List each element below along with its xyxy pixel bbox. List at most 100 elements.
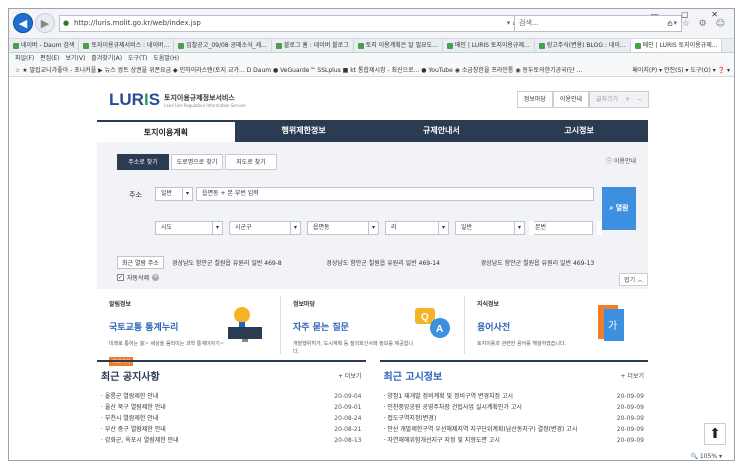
notice-item[interactable]: · 울산 북구 열람제한 안내 20-09-01: [97, 402, 366, 413]
notice-more-link[interactable]: + 더보기: [338, 371, 362, 380]
tab-favicon: [83, 42, 90, 49]
arrow-up-icon: ⬆: [709, 426, 721, 442]
tab-favicon: [446, 42, 453, 49]
lot-type-select[interactable]: 일반 ▾: [155, 187, 193, 201]
bonbun-input[interactable]: 본번: [529, 221, 593, 235]
book-icon: 가: [598, 305, 624, 341]
search-placeholder: 검색...: [519, 19, 539, 27]
back-button[interactable]: ◀: [13, 13, 33, 33]
forward-button[interactable]: ▶: [35, 13, 55, 33]
browser-tab[interactable]: 네이버 - Daum 검색: [9, 39, 80, 52]
gosi-item[interactable]: · 양정1 재개발 정비계획 및 정비구역 변경지정 고시 20-09-09: [380, 391, 649, 402]
address-label: 주소: [129, 191, 142, 199]
scroll-top-button[interactable]: ⬆: [704, 423, 726, 445]
tab-favicon: [178, 42, 185, 49]
chevron-down-icon: ▾: [514, 222, 524, 234]
logo-mark: LURIS: [109, 90, 161, 109]
svg-text:가: 가: [608, 320, 617, 332]
nav-restriction[interactable]: 행위제한정보: [235, 120, 373, 142]
eupmyeondong-select[interactable]: 읍면동 ▾: [307, 221, 379, 235]
tab-favicon: [538, 42, 545, 49]
chevron-down-icon: ▾: [368, 222, 378, 234]
qa-bubble-icon: QA: [415, 308, 450, 338]
sido-select[interactable]: 시도 ▾: [155, 221, 223, 235]
checkbox-icon[interactable]: ✓: [117, 274, 124, 281]
home-star-gear-icons[interactable]: ⌂ ☆ ⚙ ☺: [667, 19, 728, 29]
nav-land-use[interactable]: 토지이용계획: [97, 120, 235, 142]
tab-address[interactable]: 주소로 찾기: [117, 154, 169, 170]
address-bar[interactable]: ● http://luris.molit.go.kr/web/index.jsp…: [59, 15, 529, 32]
browser-tab[interactable]: 입찰공고_09/08 공매소식_세...: [174, 39, 272, 52]
recent-address-item[interactable]: 경상남도 함안군 칠원읍 유원리 일반 469-14: [326, 258, 472, 267]
search-tabs: 주소로 찾기 도로명으로 찾기 지도로 찾기: [117, 154, 279, 170]
bottom-lists: 최근 공지사항 + 더보기 · 울릉군 열람제한 안내 20-09-04 · 울산…: [97, 360, 649, 460]
notice-item[interactable]: · 울릉군 열람제한 안내 20-09-04: [97, 391, 366, 402]
tab-favicon: [13, 42, 19, 49]
browser-tab[interactable]: 토지 이용계획은 알 필요도...: [354, 39, 443, 52]
search-button[interactable]: ⌕ 열람: [602, 187, 636, 230]
chevron-down-icon: ▾: [438, 222, 448, 234]
gosi-item[interactable]: · 인천중앙공원 공영주차장 건립사업 실시계획인가 고시 20-09-09: [380, 402, 649, 413]
site-logo[interactable]: LURIS 토지이용규제정보서비스 Land Use Regulation In…: [109, 90, 246, 110]
nav-guide[interactable]: 규제안내서: [373, 120, 511, 142]
monitor-bulb-icon: [228, 307, 262, 342]
logo-subtitle: Land Use Regulation Information Service: [164, 102, 246, 108]
browser-tabs: 네이버 - Daum 검색 토지이용규제서비스 : 네이버... 입찰공고_09…: [9, 39, 734, 53]
search-panel: 주소로 찾기 도로명으로 찾기 지도로 찾기 ⓘ 이용안내 주소 일반 ▾ 읍면동…: [97, 142, 648, 289]
browser-tab[interactable]: 메인 | LURIS 토지이용규제...: [443, 39, 535, 52]
info-boxes: 알림정보 국토교통 통계누리 미래로 통하는 窓~ 세상을 움직이는 과학 통계…: [97, 296, 648, 366]
browser-tab[interactable]: 블로그 홈 : 네이버 블로그: [272, 39, 354, 52]
tab-map[interactable]: 지도로 찾기: [225, 154, 277, 170]
fold-button[interactable]: 접기 ︿: [619, 273, 648, 286]
notice-list: 최근 공지사항 + 더보기 · 울릉군 열람제한 안내 20-09-04 · 울산…: [97, 360, 366, 460]
gosi-item[interactable]: · 접도구역지정(변경) 20-09-09: [380, 413, 649, 424]
svg-text:A: A: [436, 324, 443, 335]
sigungu-select[interactable]: 시군구 ▾: [229, 221, 301, 235]
chevron-down-icon: ▾: [182, 188, 192, 200]
window-controls[interactable]: — ▢ ✕: [651, 10, 728, 19]
gosi-item[interactable]: · 자연재해위험개선지구 지정 및 지형도면 고시 20-09-09: [380, 435, 649, 446]
gosi-item[interactable]: · 안산 개발제한구역 우선해제지역 지구단위계획(남산동지구) 결정(변경) …: [380, 424, 649, 435]
info-box-stats[interactable]: 알림정보 국토교통 통계누리 미래로 통하는 窓~ 세상을 움직이는 과학 통계…: [97, 296, 281, 366]
close-icon[interactable]: ✕: [152, 274, 160, 281]
notice-item[interactable]: · 강화군, 옥포시 열람제한 안내 20-08-13: [97, 435, 366, 446]
chevron-down-icon: ▾: [290, 222, 300, 234]
recent-label: 최근 열람 주소: [117, 256, 164, 269]
browser-tab-active[interactable]: 메인 | LURIS 토지이용규제...: [630, 39, 723, 52]
tab-road[interactable]: 도로명으로 찾기: [171, 154, 223, 170]
info-button[interactable]: 정보마당: [516, 91, 553, 108]
logo-title: 토지이용규제정보서비스: [164, 93, 235, 102]
recent-address-item[interactable]: 경상남도 함안군 칠원읍 유원리 일반 469-13: [481, 258, 627, 267]
tab-favicon: [357, 42, 364, 49]
browser-tab[interactable]: 토지이용규제서비스 : 네이버...: [79, 39, 175, 52]
guide-button[interactable]: 이용안내: [552, 91, 589, 108]
browser-tab[interactable]: 링고주식(변용) BLOG : 네이...: [535, 39, 631, 52]
url-text: http://luris.molit.go.kr/web/index.jsp: [74, 19, 201, 27]
recent-addresses: 최근 열람 주소 경상남도 함안군 칠원읍 유원리 일반 469-8 경상남도 …: [117, 256, 627, 269]
command-bar[interactable]: 페이지(P) ▾ 안전(S) ▾ 도구(O) ▾ ❓ ▾: [632, 64, 730, 76]
chevron-down-icon: ▾: [212, 222, 222, 234]
favorites-bar[interactable]: ☆ ★ 말립교니가좋아 - 포나커플 ▶ 뉴스 쌍트 상권을 위폰요금 ◆ 인하…: [9, 64, 734, 77]
autosave-toggle[interactable]: ✓ 자동삭제 ✕: [117, 273, 160, 282]
minus-icon: −: [636, 96, 642, 103]
tab-favicon: [275, 42, 282, 49]
notice-item[interactable]: · 부천시 열람제한 안내 20-08-24: [97, 413, 366, 424]
main-nav: 토지이용계획 행위제한정보 규제안내서 고시정보: [97, 120, 648, 142]
recent-address-item[interactable]: 경상남도 함안군 칠원읍 유원리 일반 469-8: [172, 258, 318, 267]
info-box-faq[interactable]: 정보마당 자주 묻는 질문 개발행위허가, 도시계획 등 질의회신사례 정보를 …: [281, 296, 465, 355]
browser-window: ◀ ▶ ● http://luris.molit.go.kr/web/index…: [8, 8, 735, 461]
gosi-more-link[interactable]: + 더보기: [621, 371, 645, 380]
notice-item[interactable]: · 부산 중구 열람제한 안내 20-08-21: [97, 424, 366, 435]
menu-bar[interactable]: 파일(F) 편집(E) 보기(V) 즐겨찾기(A) 도구(T) 도움말(H): [9, 53, 734, 64]
notice-title: 최근 공지사항: [101, 372, 160, 383]
info-box-dictionary[interactable]: 지식정보 용어사전 토지이용과 관련한 용어를 해설하였습니다. 가: [465, 296, 648, 354]
address-input[interactable]: 읍면동 + 본 부번 입력: [196, 187, 594, 201]
zoom-indicator[interactable]: 🔍 105% ▾: [691, 453, 722, 460]
favorites-items[interactable]: ☆ ★ 말립교니가좋아 - 포나커플 ▶ 뉴스 쌍트 상권을 위폰요금 ◆ 인하…: [15, 67, 582, 74]
nav-notice[interactable]: 고시정보: [510, 120, 648, 142]
help-link[interactable]: ⓘ 이용안내: [606, 156, 636, 165]
browser-titlebar: ◀ ▶ ● http://luris.molit.go.kr/web/index…: [9, 9, 734, 39]
ri-select[interactable]: 리 ▾: [385, 221, 449, 235]
font-size-control[interactable]: 글자크기 + −: [589, 91, 649, 108]
lot-type-select-2[interactable]: 일반 ▾: [455, 221, 525, 235]
